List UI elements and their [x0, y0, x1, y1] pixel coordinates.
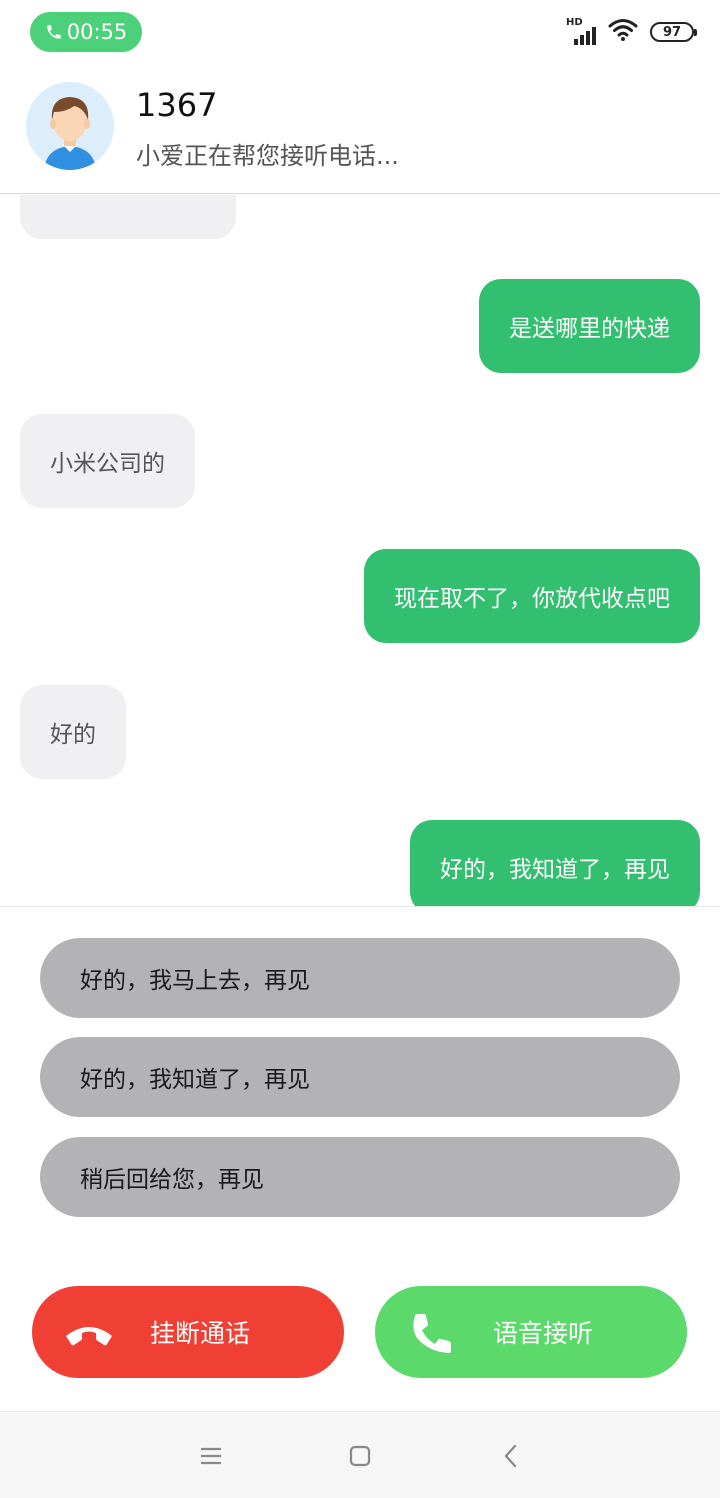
battery-icon: 97: [650, 22, 697, 42]
menu-button[interactable]: [193, 1438, 229, 1474]
call-status-text: 小爱正在帮您接听电话...: [136, 142, 399, 170]
ongoing-call-indicator[interactable]: 00:55: [30, 12, 142, 52]
message-bubble-incoming: 好的: [20, 685, 126, 779]
hangup-label: 挂断通话: [150, 1319, 251, 1348]
back-icon: [504, 1444, 517, 1468]
quick-reply-button[interactable]: 好的，我知道了，再见: [40, 1037, 680, 1117]
system-navigation-bar: [0, 1411, 720, 1498]
quick-reply-button[interactable]: 好的，我马上去，再见: [40, 938, 680, 1018]
home-button[interactable]: [342, 1438, 378, 1474]
divider: [0, 906, 720, 907]
status-bar: 00:55 HD 97: [0, 0, 720, 64]
back-button[interactable]: [493, 1438, 529, 1474]
avatar: [26, 82, 114, 170]
quick-reply-button[interactable]: 稍后回给您，再见: [40, 1137, 680, 1217]
signal-icon: HD: [566, 17, 596, 45]
voice-answer-label: 语音接听: [493, 1319, 594, 1348]
hangup-button[interactable]: 挂断通话: [32, 1286, 344, 1378]
message-bubble-outgoing: 是送哪里的快递: [479, 279, 700, 373]
home-icon: [349, 1445, 371, 1467]
message-bubble-outgoing: 现在取不了，你放代收点吧: [364, 549, 700, 643]
message-bubble-incoming: 小米公司的: [20, 414, 195, 508]
call-timer: 00:55: [66, 20, 128, 44]
caller-header: 1367 小爱正在帮您接听电话...: [0, 64, 720, 194]
caller-number: 1367: [136, 86, 218, 124]
chat-transcript[interactable]: 是送哪里的快递 小米公司的 现在取不了，你放代收点吧 好的 好的，我知道了，再见: [0, 195, 720, 906]
voice-answer-button[interactable]: 语音接听: [375, 1286, 687, 1378]
wifi-icon: [608, 18, 638, 46]
phone-icon: [413, 1314, 451, 1353]
menu-icon: [201, 1447, 221, 1465]
message-bubble-outgoing: 好的，我知道了，再见: [410, 820, 700, 906]
message-bubble-incoming-partial: [20, 195, 236, 239]
battery-level: 97: [662, 24, 682, 40]
phone-icon: [46, 25, 61, 39]
hangup-icon: [66, 1327, 112, 1346]
